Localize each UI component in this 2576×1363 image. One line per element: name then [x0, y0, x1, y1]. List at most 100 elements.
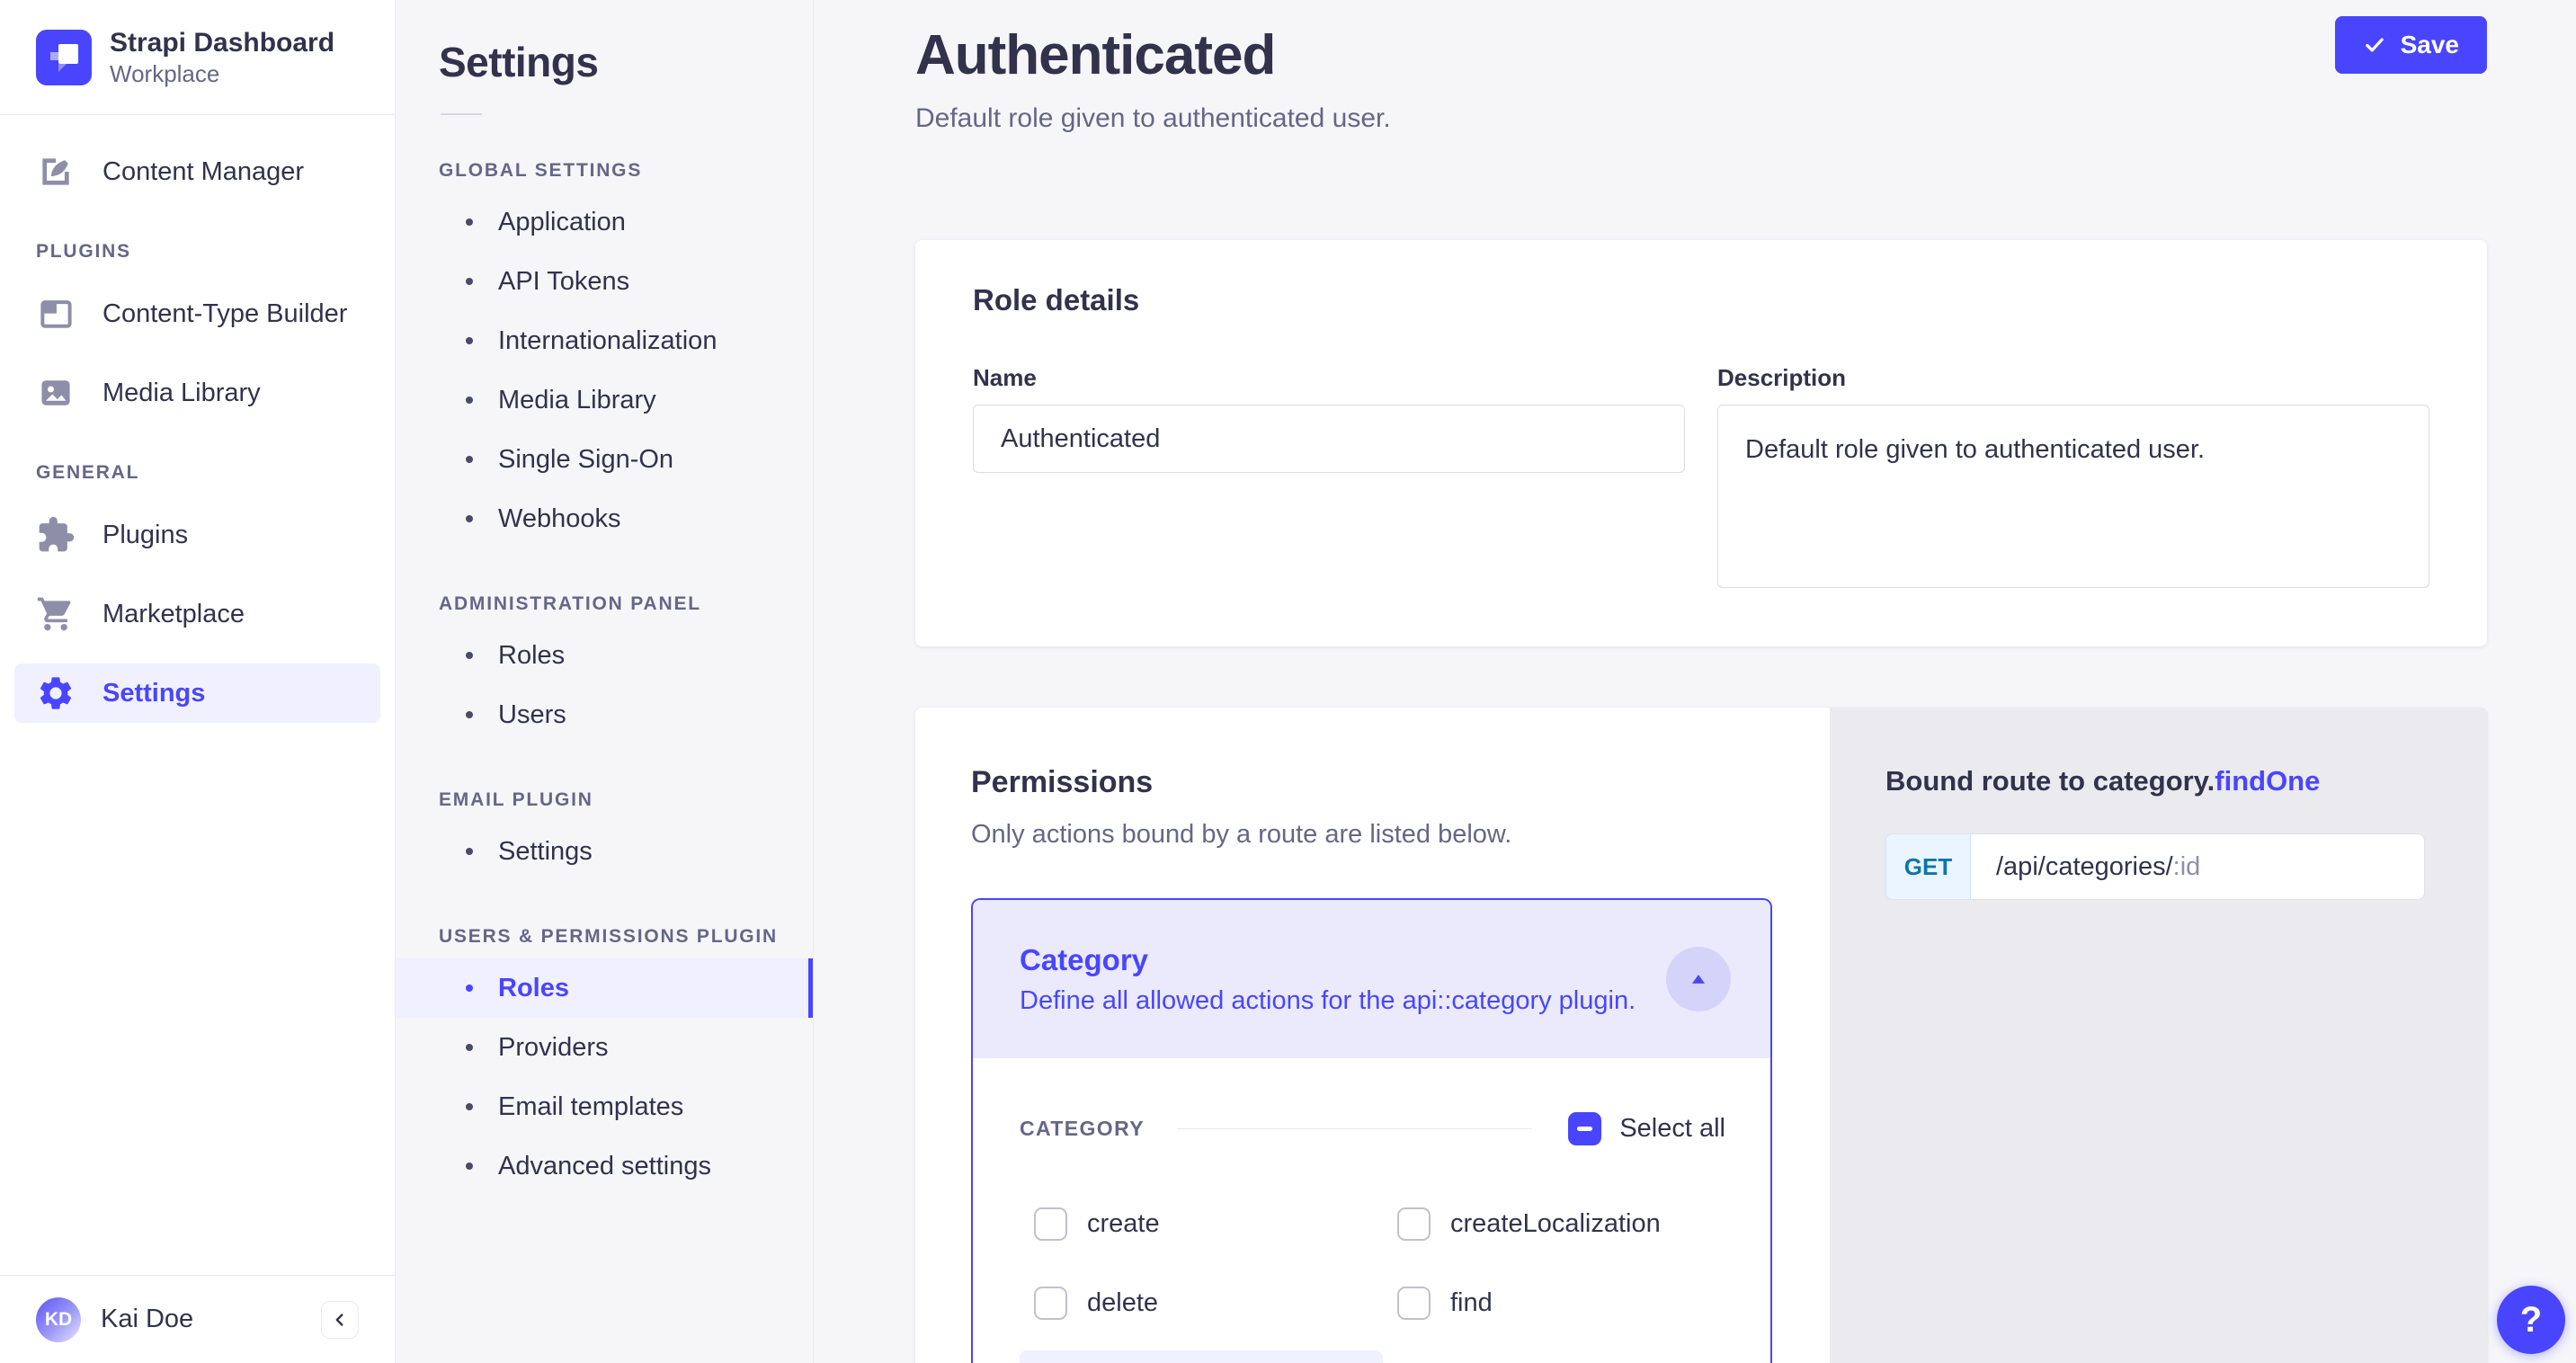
- nav-item-plugins[interactable]: Plugins: [14, 505, 380, 565]
- role-details-card: Role details Name Description Default ro…: [915, 240, 2487, 646]
- category-accordion-header[interactable]: Category Define all allowed actions for …: [973, 900, 1770, 1058]
- delete-checkbox[interactable]: [1034, 1287, 1067, 1320]
- action-create: create: [1020, 1192, 1383, 1255]
- puzzle-icon: [36, 515, 76, 555]
- nav-item-label: Marketplace: [103, 600, 245, 629]
- bullet-icon: [466, 1044, 473, 1051]
- nav-item-marketplace[interactable]: Marketplace: [14, 584, 380, 644]
- cart-icon: [36, 594, 76, 634]
- bullet-icon: [466, 984, 473, 992]
- bullet-icon: [466, 396, 473, 404]
- description-field[interactable]: Default role given to authenticated user…: [1717, 405, 2429, 588]
- save-button[interactable]: Save: [2335, 16, 2487, 74]
- permissions-title: Permissions: [971, 765, 1772, 800]
- sidebar-collapse-button[interactable]: [321, 1301, 359, 1339]
- sub-item-single-sign-on[interactable]: Single Sign-On: [396, 430, 813, 489]
- sub-section-administration-panel: ADMINISTRATION PANEL: [439, 593, 813, 615]
- action-find: find: [1383, 1271, 1746, 1334]
- bullet-icon: [466, 848, 473, 855]
- sub-item-internationalization[interactable]: Internationalization: [396, 311, 813, 370]
- sub-item-api-tokens[interactable]: API Tokens: [396, 252, 813, 311]
- category-group-label: CATEGORY: [1020, 1117, 1145, 1141]
- sub-item-media-library[interactable]: Media Library: [396, 370, 813, 430]
- bullet-icon: [466, 1103, 473, 1110]
- triangle-up-icon: [1687, 967, 1710, 991]
- sub-item-email-settings[interactable]: Settings: [396, 822, 813, 881]
- bound-route-action: findOne: [2215, 765, 2320, 797]
- permissions-subtitle: Only actions bound by a route are listed…: [971, 820, 1772, 850]
- sub-item-providers[interactable]: Providers: [396, 1018, 813, 1077]
- route-box: GET /api/categories/:id: [1885, 833, 2425, 900]
- bullet-icon: [466, 337, 473, 344]
- select-all-checkbox[interactable]: [1568, 1112, 1601, 1145]
- sub-section-users-permissions-plugin: USERS & PERMISSIONS PLUGIN: [439, 926, 813, 948]
- main-nav-items: Content Manager PLUGINS Content-Type Bui…: [0, 115, 395, 723]
- gear-icon: [36, 673, 76, 713]
- category-accordion-body: CATEGORY Select all create: [973, 1058, 1770, 1363]
- help-button[interactable]: ?: [2497, 1286, 2565, 1354]
- http-method-badge: GET: [1886, 834, 1971, 899]
- sub-item-advanced-settings[interactable]: Advanced settings: [396, 1136, 813, 1196]
- select-all-label: Select all: [1619, 1114, 1725, 1144]
- bullet-icon: [466, 218, 473, 226]
- bullet-icon: [466, 278, 473, 285]
- description-label: Description: [1717, 364, 2429, 392]
- sub-item-email-templates[interactable]: Email templates: [396, 1077, 813, 1136]
- action-createLocalization: createLocalization: [1383, 1192, 1746, 1255]
- bullet-icon: [466, 711, 473, 718]
- brand-title: Strapi Dashboard: [110, 26, 334, 60]
- nav-item-label: Media Library: [103, 379, 261, 408]
- avatar[interactable]: KD: [36, 1297, 81, 1342]
- permissions-section: Permissions Only actions bound by a rout…: [915, 708, 2487, 1363]
- nav-section-plugins: PLUGINS: [36, 241, 380, 263]
- indeterminate-icon: [1577, 1127, 1592, 1131]
- sub-section-email-plugin: EMAIL PLUGIN: [439, 789, 813, 811]
- select-all-control[interactable]: Select all: [1568, 1112, 1725, 1145]
- sub-nav-divider: [441, 113, 482, 115]
- layout-icon: [36, 294, 76, 334]
- sub-item-admin-roles[interactable]: Roles: [396, 626, 813, 685]
- nav-item-content-type-builder[interactable]: Content-Type Builder: [14, 284, 380, 343]
- sub-item-application[interactable]: Application: [396, 192, 813, 252]
- bullet-icon: [466, 456, 473, 463]
- sub-item-webhooks[interactable]: Webhooks: [396, 489, 813, 548]
- image-icon: [36, 373, 76, 413]
- actions-grid: create createLocalization delete fi: [1020, 1192, 1725, 1363]
- nav-item-label: Plugins: [103, 521, 188, 550]
- sub-section-global-settings: GLOBAL SETTINGS: [439, 160, 813, 182]
- accordion-subtitle: Define all allowed actions for the api::…: [1020, 986, 1636, 1016]
- nav-item-label: Content-Type Builder: [103, 299, 347, 329]
- pen-write-icon: [36, 152, 76, 192]
- sub-nav-title: Settings: [439, 38, 813, 86]
- find-checkbox[interactable]: [1397, 1287, 1431, 1320]
- sub-item-admin-users[interactable]: Users: [396, 685, 813, 744]
- nav-item-media-library[interactable]: Media Library: [14, 363, 380, 423]
- brand[interactable]: Strapi Dashboard Workplace: [0, 0, 395, 115]
- nav-item-label: Content Manager: [103, 157, 304, 187]
- user-name: Kai Doe: [101, 1305, 193, 1334]
- nav-item-settings[interactable]: Settings: [14, 664, 380, 723]
- accordion-collapse-button[interactable]: [1666, 947, 1731, 1011]
- role-details-title: Role details: [973, 283, 2429, 317]
- page-header: Authenticated Default role given to auth…: [915, 0, 2487, 134]
- route-path-param: :id: [2173, 852, 2201, 882]
- strapi-logo-icon: [36, 30, 92, 85]
- sub-item-up-roles[interactable]: Roles: [396, 958, 813, 1018]
- page-subtitle: Default role given to authenticated user…: [915, 103, 2487, 134]
- createLocalization-checkbox[interactable]: [1397, 1207, 1431, 1241]
- settings-sub-nav: Settings GLOBAL SETTINGS Application API…: [396, 0, 814, 1363]
- main-content: Authenticated Default role given to auth…: [814, 0, 2576, 1363]
- chevron-left-icon: [330, 1310, 350, 1330]
- nav-item-content-manager[interactable]: Content Manager: [14, 142, 380, 201]
- page-title: Authenticated: [915, 23, 2487, 87]
- nav-section-general: GENERAL: [36, 462, 380, 484]
- bullet-icon: [466, 1163, 473, 1170]
- create-checkbox[interactable]: [1034, 1207, 1067, 1241]
- accordion-title: Category: [1020, 943, 1636, 977]
- name-field[interactable]: [973, 405, 1685, 473]
- action-delete: delete: [1020, 1271, 1383, 1334]
- bound-route-title: Bound route to category.findOne: [1885, 765, 2425, 797]
- bound-route-panel: Bound route to category.findOne GET /api…: [1830, 708, 2488, 1363]
- action-findOne: findOne: [1020, 1350, 1383, 1363]
- main-nav-footer: KD Kai Doe: [0, 1275, 395, 1363]
